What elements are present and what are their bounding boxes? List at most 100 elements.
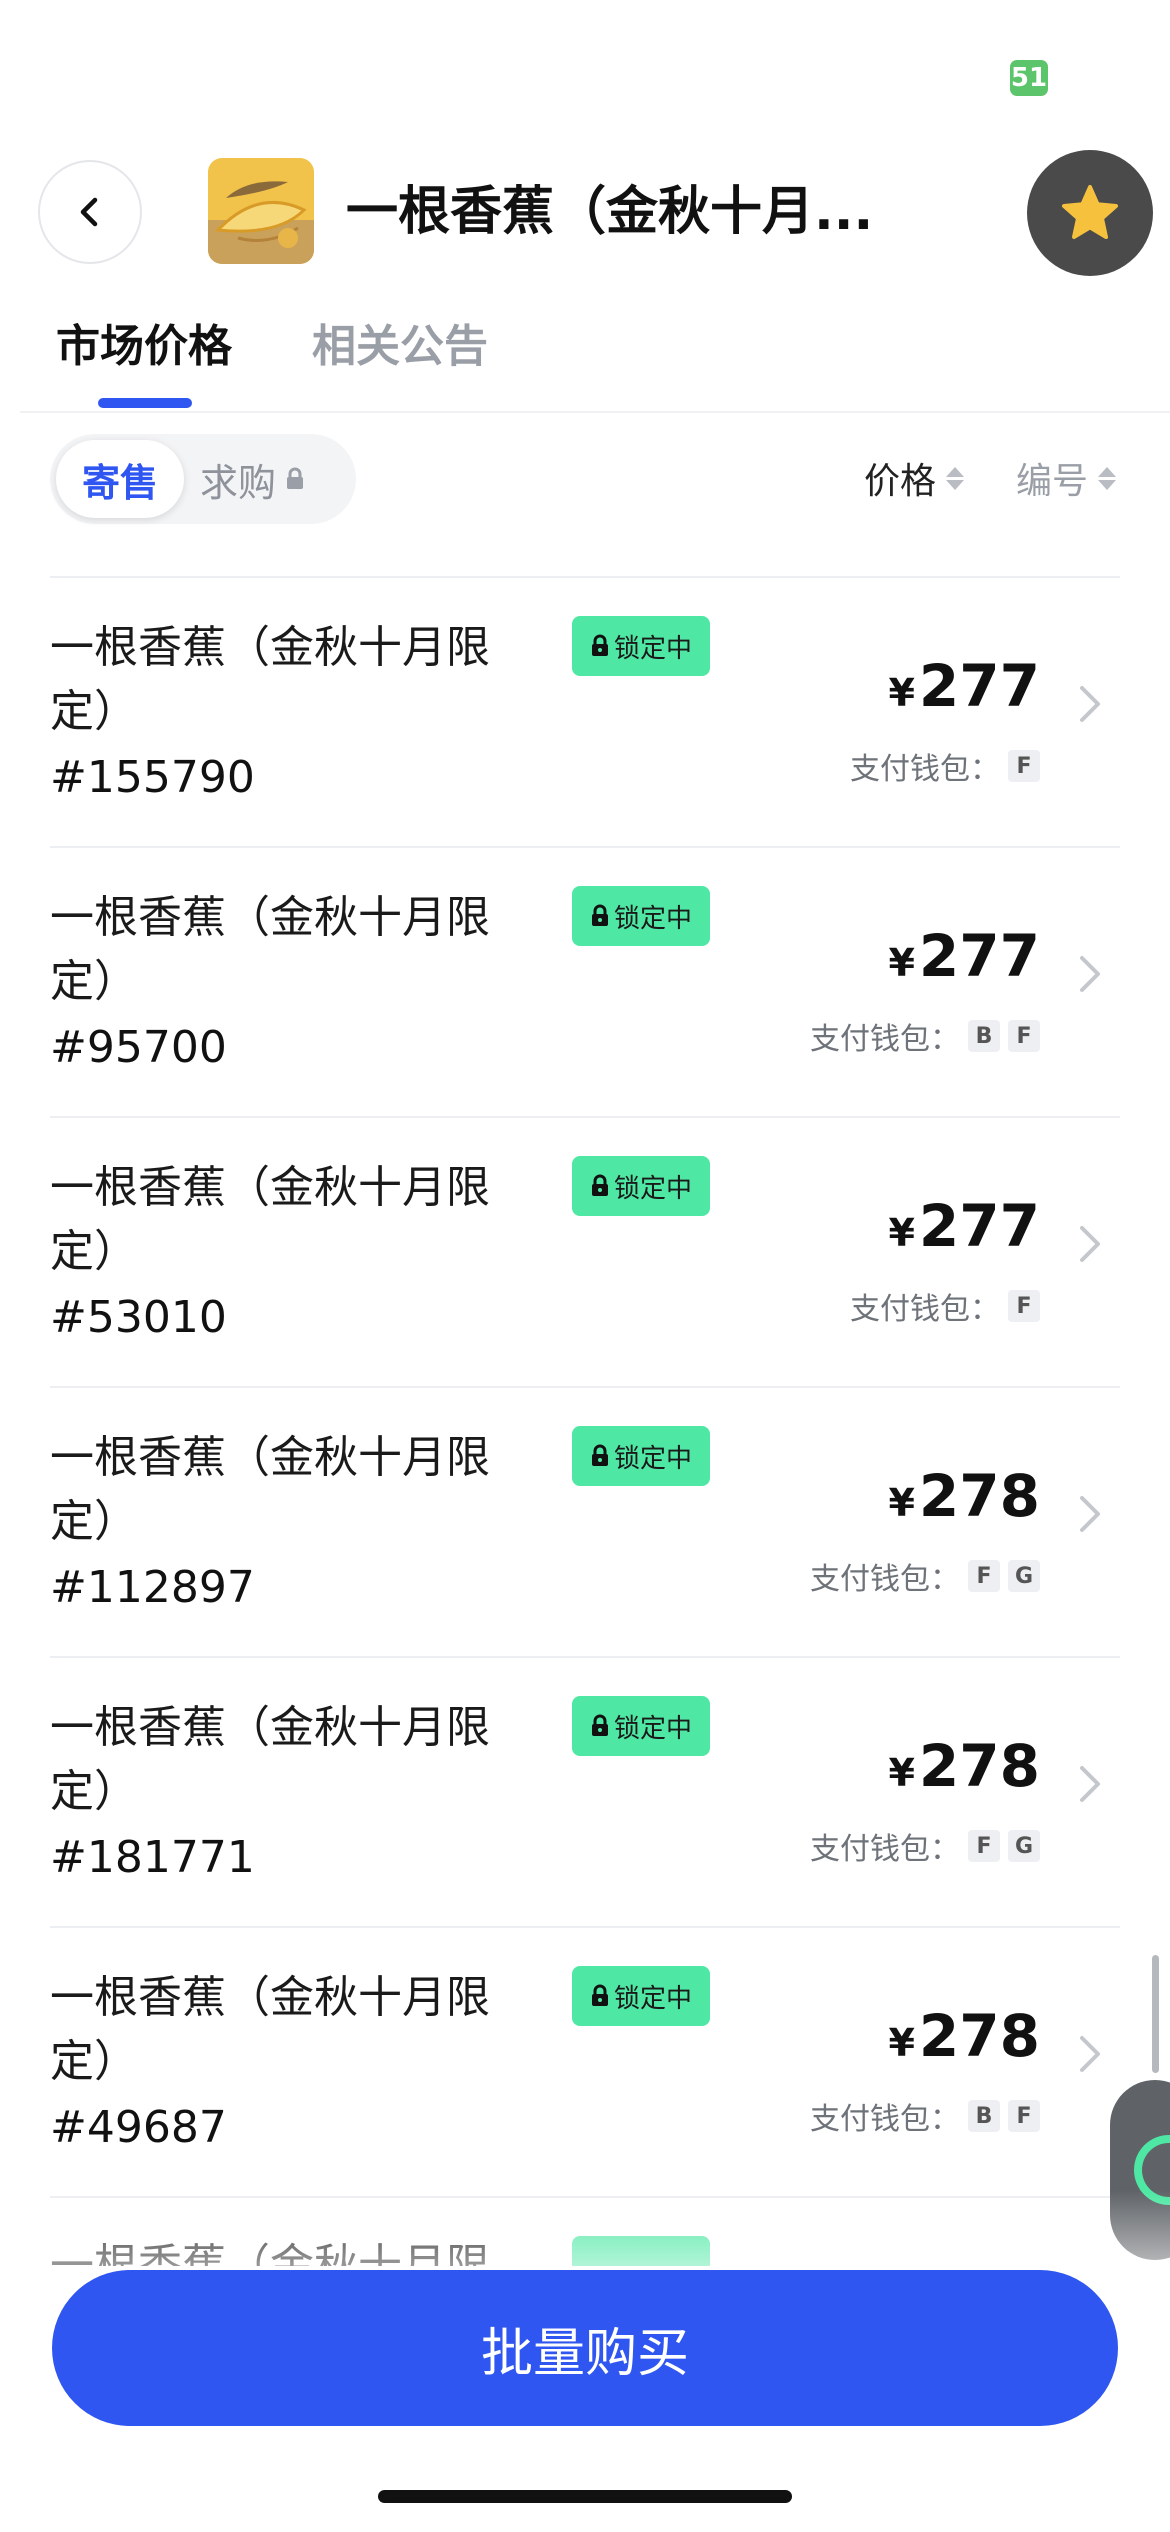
tab-announcements[interactable]: 相关公告 <box>312 312 488 382</box>
listing-serial: #95700 <box>50 1022 227 1073</box>
home-indicator <box>378 2490 792 2503</box>
item-thumbnail <box>208 158 314 264</box>
lock-icon <box>287 467 304 489</box>
currency-symbol: ¥ <box>888 1211 915 1255</box>
locked-status-label: 锁定中 <box>613 1173 692 1204</box>
listing-serial: #181771 <box>50 1832 255 1883</box>
locked-status-label: 锁定中 <box>613 1713 692 1744</box>
wallet-tag: F <box>968 1560 1000 1592</box>
payment-wallets: 支付钱包： F G <box>810 1554 1040 1598</box>
locked-status-badge: 锁定中 <box>572 1966 710 2026</box>
sort-arrows-icon <box>1098 466 1117 490</box>
locked-status-badge: 锁定中 <box>572 1426 710 1486</box>
currency-symbol: ¥ <box>888 1481 915 1525</box>
listing-serial: #155790 <box>50 752 255 803</box>
page-title: 一根香蕉（金秋十月... <box>346 182 874 242</box>
segment-buy-request-label: 求购 <box>200 460 277 505</box>
sort-price-label: 价格 <box>864 461 937 502</box>
active-tab-indicator <box>98 398 192 408</box>
price-value: 278 <box>918 1462 1040 1530</box>
payment-wallets: 支付钱包： B F <box>810 2094 1040 2138</box>
chevron-right-icon <box>1070 1484 1110 1544</box>
locked-status-label: 锁定中 <box>613 633 692 664</box>
price-value: 277 <box>918 922 1040 990</box>
status-badge: 51 <box>1010 60 1048 96</box>
listing-name: 一根香蕉（金秋十月限定） <box>50 1702 490 1817</box>
locked-status-label: 锁定中 <box>613 1443 692 1474</box>
wallet-tag: F <box>1008 1290 1040 1322</box>
listing-name: 一根香蕉（金秋十月限定） <box>50 622 490 737</box>
listing-price: ¥277 <box>888 1192 1040 1260</box>
sort-arrows-icon <box>946 466 965 490</box>
wallet-label: 支付钱包： <box>850 752 1000 787</box>
price-value: 278 <box>918 1732 1040 1800</box>
listing-serial: #112897 <box>50 1562 255 1613</box>
lock-icon <box>591 904 608 926</box>
listing-name: 一根香蕉（金秋十月限定） <box>50 1162 490 1277</box>
wallet-tag: B <box>968 2100 1000 2132</box>
listing-serial: #53010 <box>50 1292 227 1343</box>
listing-price: ¥277 <box>888 652 1040 720</box>
payment-wallets: 支付钱包： B F <box>810 1014 1040 1058</box>
listing-row[interactable]: 一根香蕉（金秋十月限定） #49687 锁定中 ¥278 支付钱包： B F <box>50 1926 1120 2196</box>
wallet-tag: B <box>968 1020 1000 1052</box>
segment-buy-request[interactable]: 求购 <box>200 440 306 518</box>
payment-wallets: 支付钱包： F <box>850 1284 1040 1328</box>
listing-row[interactable]: 一根香蕉（金秋十月限定） #53010 锁定中 ¥277 支付钱包： F <box>50 1116 1120 1386</box>
listing-name: 一根香蕉（金秋十月限定） <box>50 1972 490 2087</box>
chevron-right-icon <box>1070 1754 1110 1814</box>
currency-symbol: ¥ <box>888 1751 915 1795</box>
chevron-right-icon <box>1070 944 1110 1004</box>
scrollbar[interactable] <box>1152 1955 1159 2073</box>
listing-row[interactable]: 一根香蕉（金秋十月限定） #155790 锁定中 ¥277 支付钱包： F <box>50 576 1120 846</box>
locked-status-label: 锁定中 <box>613 903 692 934</box>
lock-icon <box>591 1714 608 1736</box>
tab-market-price[interactable]: 市场价格 <box>56 312 232 382</box>
wallet-tag: G <box>1008 1560 1040 1592</box>
wallet-tag: F <box>1008 750 1040 782</box>
listing-name: 一根香蕉（金秋十月限定） <box>50 892 490 1007</box>
star-icon <box>1062 185 1118 239</box>
listing-list: 一根香蕉（金秋十月限定） #155790 锁定中 ¥277 支付钱包： F 一根香蕉（金秋十… <box>50 576 1120 2266</box>
listing-name: 一根香蕉（金秋十月限定） <box>50 1432 490 1547</box>
payment-wallets: 支付钱包： F G <box>810 1824 1040 1868</box>
sort-by-price[interactable]: 价格 <box>864 448 965 508</box>
favorite-button[interactable] <box>1027 150 1153 276</box>
lock-icon <box>591 634 608 656</box>
listing-type-toggle: 寄售 求购 <box>50 434 356 524</box>
back-button[interactable] <box>38 160 142 264</box>
currency-symbol: ¥ <box>888 2021 915 2065</box>
sort-by-serial[interactable]: 编号 <box>1016 448 1117 508</box>
chevron-left-icon <box>80 197 98 227</box>
wallet-tag: G <box>1008 1830 1040 1862</box>
chevron-right-icon <box>1070 1214 1110 1274</box>
locked-status-badge: 锁定中 <box>572 1156 710 1216</box>
listing-row[interactable]: 一根香蕉（金秋十月限定） #181771 锁定中 ¥278 支付钱包： F G <box>50 1656 1120 1926</box>
chevron-right-icon <box>1070 2024 1110 2084</box>
locked-status-badge: 锁定中 <box>572 886 710 946</box>
bulk-buy-button[interactable]: 批量购买 <box>52 2270 1118 2426</box>
currency-symbol: ¥ <box>888 941 915 985</box>
wallet-label: 支付钱包： <box>810 1562 960 1597</box>
wallet-tag: F <box>968 1830 1000 1862</box>
wallet-label: 支付钱包： <box>810 2102 960 2137</box>
wallet-tag: F <box>1008 1020 1040 1052</box>
listing-serial: #49687 <box>50 2102 227 2153</box>
wallet-label: 支付钱包： <box>850 1292 1000 1327</box>
lock-icon <box>591 1444 608 1466</box>
listing-row[interactable]: 一根香蕉（金秋十月限定） #95700 锁定中 ¥277 支付钱包： B F <box>50 846 1120 1116</box>
wallet-label: 支付钱包： <box>810 1832 960 1867</box>
locked-status-badge: 锁定中 <box>572 1696 710 1756</box>
price-value: 277 <box>918 1192 1040 1260</box>
listing-price: ¥277 <box>888 922 1040 990</box>
currency-symbol: ¥ <box>888 671 915 715</box>
lock-icon <box>591 1174 608 1196</box>
segment-consign[interactable]: 寄售 <box>56 440 184 518</box>
sort-serial-label: 编号 <box>1016 461 1089 502</box>
price-value: 277 <box>918 652 1040 720</box>
listing-row[interactable]: 一根香蕉（金秋十月限定） #112897 锁定中 ¥278 支付钱包： F G <box>50 1386 1120 1656</box>
payment-wallets: 支付钱包： F <box>850 744 1040 788</box>
locked-status-badge: 锁定中 <box>572 616 710 676</box>
wallet-tag: F <box>1008 2100 1040 2132</box>
locked-status-label: 锁定中 <box>613 1983 692 2014</box>
